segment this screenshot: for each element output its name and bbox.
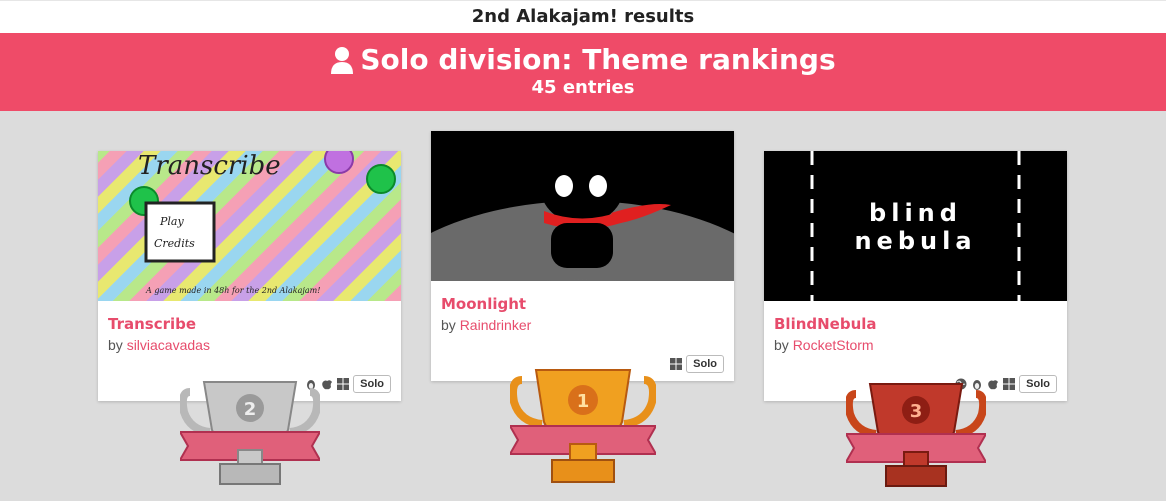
silver-trophy-icon: 2 bbox=[180, 381, 320, 485]
rank-number: 3 bbox=[910, 401, 923, 422]
entry-author-line: by Raindrinker bbox=[441, 317, 724, 333]
thumb-menu-play: Play bbox=[160, 215, 184, 228]
thumb-logo-line1: blind bbox=[869, 199, 962, 227]
user-icon bbox=[331, 47, 354, 74]
entry-card-moonlight[interactable]: Moonlight by Raindrinker Solo bbox=[431, 131, 734, 381]
rank-number: 2 bbox=[244, 399, 257, 420]
by-label: by bbox=[441, 317, 456, 333]
entry-card-blindnebula[interactable]: blind nebula BlindNebula by RocketStorm … bbox=[764, 151, 1067, 401]
windows-icon bbox=[670, 358, 683, 370]
entry-title[interactable]: BlindNebula bbox=[774, 315, 1057, 333]
by-label: by bbox=[108, 337, 123, 353]
division-badge: Solo bbox=[686, 355, 724, 373]
entry-author-line: by RocketStorm bbox=[774, 337, 1057, 353]
entry-title[interactable]: Transcribe bbox=[108, 315, 391, 333]
entry-author-line: by silviacavadas bbox=[108, 337, 391, 353]
entries-count: 45 entries bbox=[531, 77, 635, 98]
platform-list: Solo bbox=[670, 355, 724, 373]
bronze-trophy-icon: 3 bbox=[846, 383, 986, 487]
page-header: 2nd Alakajam! results bbox=[0, 0, 1166, 33]
apple-icon bbox=[988, 380, 999, 390]
entry-thumbnail[interactable]: blind nebula bbox=[764, 151, 1067, 301]
banner-title-row: Solo division: Theme rankings bbox=[0, 43, 1166, 77]
thumb-tagline: A game made in 48h for the 2nd Alakajam! bbox=[146, 286, 321, 295]
banner-title: Solo division: Theme rankings bbox=[360, 43, 836, 76]
author-link[interactable]: Raindrinker bbox=[460, 317, 532, 333]
thumb-art bbox=[431, 148, 734, 281]
by-label: by bbox=[774, 337, 789, 353]
author-link[interactable]: silviacavadas bbox=[127, 337, 210, 353]
entry-title[interactable]: Moonlight bbox=[441, 295, 724, 313]
rank-number: 1 bbox=[577, 391, 590, 412]
windows-icon bbox=[1003, 378, 1016, 390]
thumb-logo-line2: nebula bbox=[854, 227, 977, 255]
entry-thumbnail[interactable]: Transcribe Play Credits A game made in 4… bbox=[98, 151, 401, 301]
division-badge: Solo bbox=[353, 375, 391, 393]
entry-thumbnail[interactable] bbox=[431, 131, 734, 281]
thumb-menu-credits: Credits bbox=[154, 237, 195, 250]
division-banner: Solo division: Theme rankings 45 entries bbox=[0, 33, 1166, 111]
thumb-art bbox=[129, 151, 396, 263]
division-badge: Solo bbox=[1019, 375, 1057, 393]
author-link[interactable]: RocketStorm bbox=[793, 337, 874, 353]
entry-card-transcribe[interactable]: Transcribe Play Credits A game made in 4… bbox=[98, 151, 401, 401]
apple-icon bbox=[322, 380, 333, 390]
windows-icon bbox=[337, 378, 350, 390]
page-title: 2nd Alakajam! results bbox=[471, 6, 695, 27]
gold-trophy-icon: 1 bbox=[510, 369, 656, 483]
